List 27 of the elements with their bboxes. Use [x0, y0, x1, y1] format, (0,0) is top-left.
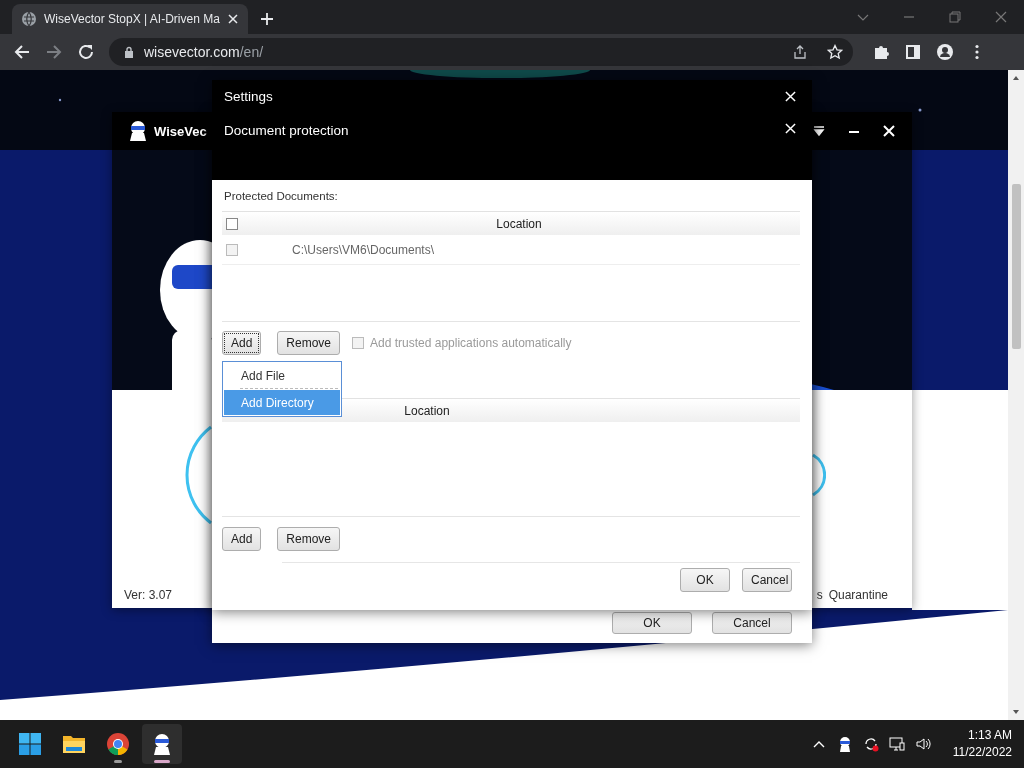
side-panel-icon[interactable]	[904, 43, 922, 61]
share-icon[interactable]	[792, 44, 808, 60]
puzzle-icon[interactable]	[872, 43, 890, 61]
volume-icon[interactable]	[914, 736, 931, 752]
url-text: wisevector.com/en/	[144, 44, 264, 60]
lock-icon	[123, 46, 135, 58]
profile-icon[interactable]	[936, 43, 954, 61]
restore-icon[interactable]	[948, 10, 962, 24]
close-icon[interactable]	[226, 13, 239, 25]
sync-icon[interactable]	[862, 736, 879, 752]
scrollbar-thumb[interactable]	[1011, 184, 1021, 349]
new-tab-icon[interactable]	[259, 12, 274, 26]
clock-date: 11/22/2022	[952, 744, 1012, 761]
clock[interactable]: 1:13 AM 11/22/2022	[952, 727, 1012, 761]
back-icon[interactable]	[13, 43, 31, 61]
star-icon[interactable]	[827, 44, 843, 60]
tab-title: WiseVector StopX | AI-Driven Ma	[44, 12, 220, 26]
globe-icon	[21, 11, 37, 27]
clock-time: 1:13 AM	[967, 727, 1012, 744]
network-icon[interactable]	[888, 736, 905, 752]
address-bar[interactable]: wisevector.com/en/	[109, 38, 853, 66]
forward-icon[interactable]	[45, 43, 63, 61]
taskbar-app[interactable]	[142, 724, 182, 764]
browser-icon	[106, 732, 130, 756]
start-icon	[18, 732, 42, 756]
browser-tab[interactable]: WiseVector StopX | AI-Driven Ma	[12, 4, 248, 34]
reload-icon[interactable]	[77, 43, 95, 61]
